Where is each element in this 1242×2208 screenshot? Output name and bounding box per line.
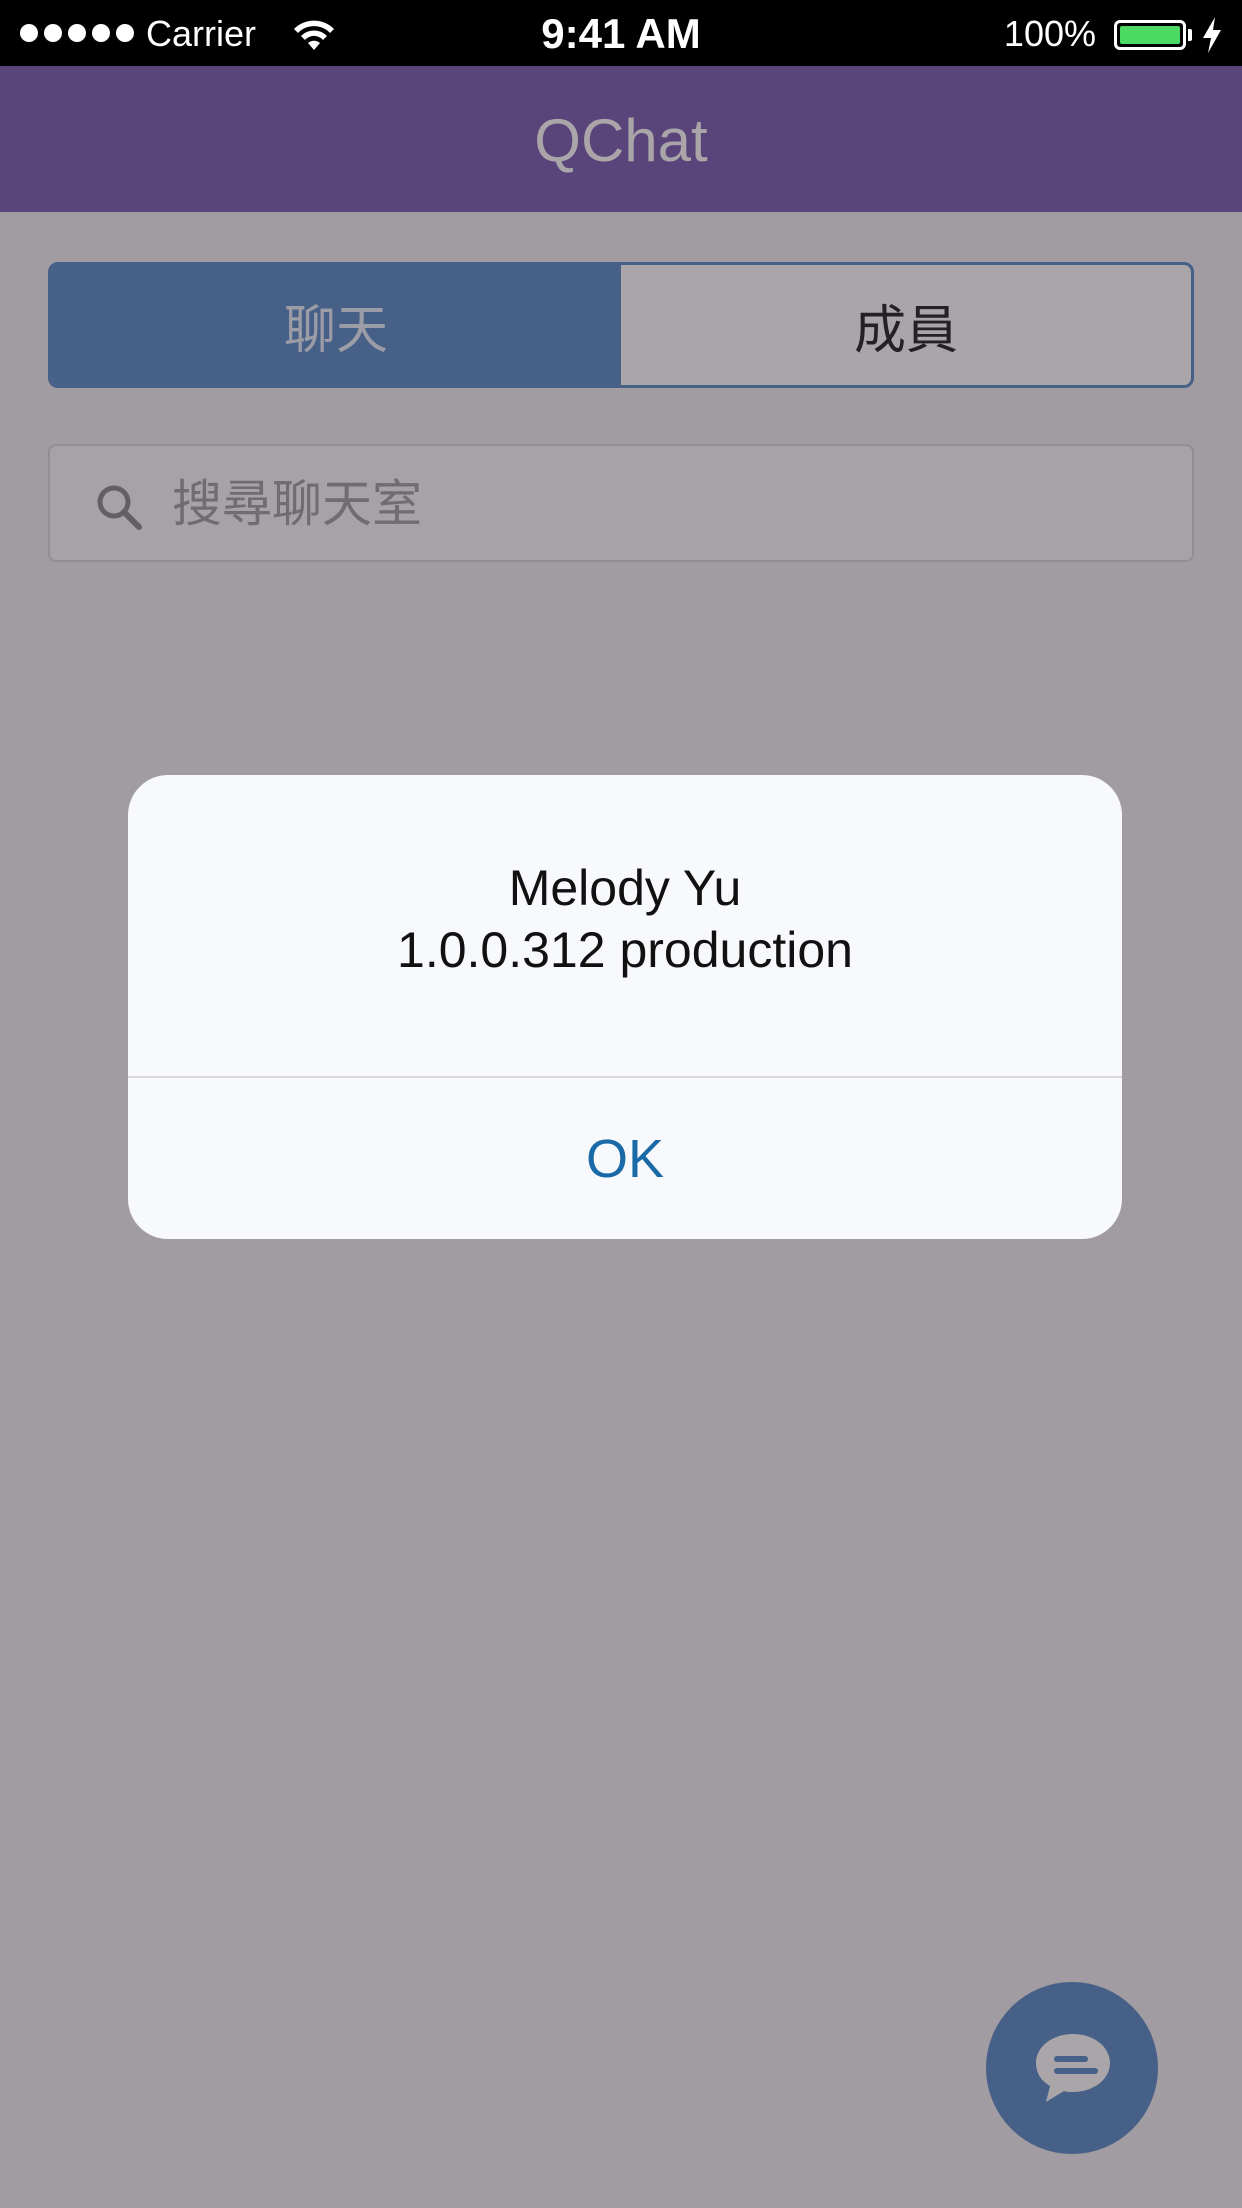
battery-level-fill <box>1120 26 1180 44</box>
ok-button[interactable]: OK <box>128 1078 1122 1239</box>
alert-dialog: Melody Yu 1.0.0.312 production OK <box>128 775 1122 1239</box>
charging-bolt-icon <box>1203 17 1221 53</box>
battery-icon <box>1114 20 1186 50</box>
battery-nub <box>1188 29 1192 41</box>
battery-percent: 100% <box>1003 13 1096 54</box>
alert-message: Melody Yu 1.0.0.312 production <box>128 857 1122 981</box>
status-bar: Carrier 9:41 AM 100% <box>0 0 1242 66</box>
alert-name: Melody Yu <box>508 860 742 916</box>
alert-version: 1.0.0.312 production <box>397 922 853 978</box>
